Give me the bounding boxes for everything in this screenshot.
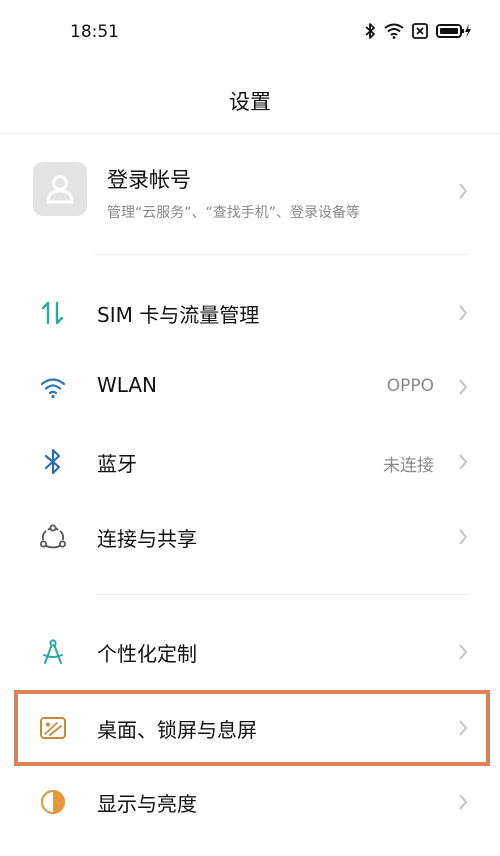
account-row[interactable]: 登录帐号 管理“云服务”、“查找手机”、登录设备等 (0, 150, 500, 238)
brightness-icon (40, 789, 66, 815)
wifi-icon (40, 378, 66, 399)
wifi-icon (384, 23, 404, 39)
page-title: 设置 (229, 90, 271, 114)
settings-item-bluetooth[interactable]: 蓝牙 未连接 (0, 432, 500, 492)
settings-item-connect-share[interactable]: 连接与共享 (0, 507, 500, 567)
settings-item-label: WLAN (97, 373, 158, 397)
bluetooth-icon (44, 448, 61, 475)
settings-item-label: 连接与共享 (97, 527, 197, 551)
sim-off-icon (412, 23, 428, 39)
divider (95, 594, 468, 595)
avatar (33, 162, 87, 216)
chevron-right-icon (459, 794, 468, 810)
divider (95, 254, 468, 255)
settings-screen: 18:51 设置 登录帐号 管理“云服务”、“查找手机”、登录设备等 SIM 卡… (0, 0, 500, 856)
status-time: 18:51 (70, 22, 119, 42)
settings-item-label: 蓝牙 (97, 452, 137, 476)
settings-item-sim[interactable]: SIM 卡与流量管理 (0, 283, 500, 343)
bluetooth-icon (365, 23, 375, 39)
chevron-right-icon (459, 305, 468, 321)
settings-item-wlan[interactable]: WLAN OPPO (0, 357, 500, 417)
settings-item-label: 个性化定制 (97, 642, 197, 666)
settings-item-display-brightness[interactable]: 显示与亮度 (0, 772, 500, 832)
status-bar: 18:51 (0, 0, 500, 66)
chevron-right-icon (459, 644, 468, 660)
data-arrows-icon (41, 301, 64, 325)
chevron-right-icon (459, 529, 468, 545)
settings-item-label: SIM 卡与流量管理 (97, 303, 260, 327)
highlight-box (14, 690, 490, 766)
title-bar: 设置 (0, 66, 500, 134)
account-title: 登录帐号 (107, 168, 191, 192)
settings-item-personalize[interactable]: 个性化定制 (0, 622, 500, 682)
status-icons (364, 22, 472, 40)
share-connect-icon (40, 524, 66, 549)
account-subtitle: 管理“云服务”、“查找手机”、登录设备等 (107, 205, 361, 221)
chevron-right-icon (459, 379, 468, 395)
compass-icon (43, 639, 63, 664)
chevron-right-icon (459, 454, 468, 470)
person-icon (46, 175, 74, 204)
battery-charging-icon (436, 24, 471, 38)
bluetooth-status-value: 未连接 (383, 456, 434, 476)
settings-item-label: 显示与亮度 (97, 792, 197, 816)
chevron-right-icon (459, 183, 468, 199)
wlan-network-value: OPPO (386, 376, 434, 396)
